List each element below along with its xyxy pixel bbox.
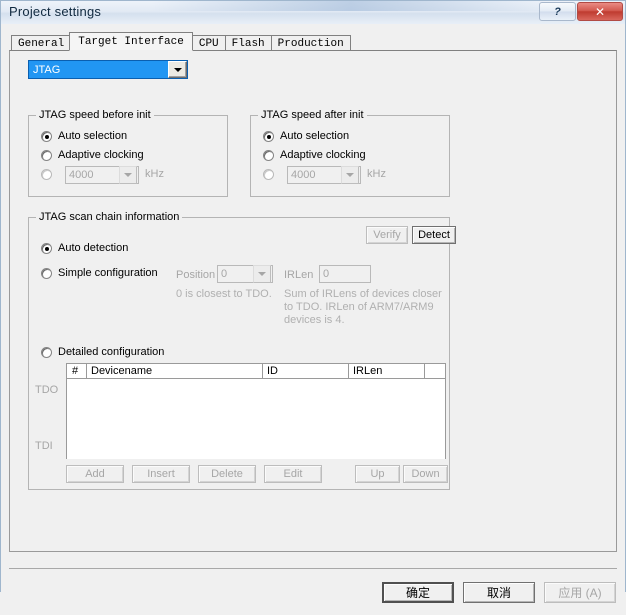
chevron-down-icon	[341, 166, 359, 184]
target-interface-panel: JTAG JTAG speed before init Auto selecti…	[9, 50, 617, 552]
column-header-index: #	[67, 364, 87, 378]
radio-simple-configuration-label: Simple configuration	[58, 267, 158, 279]
footer-bar: 确定 取消 应用 (A)	[1, 571, 625, 615]
chevron-down-icon	[253, 265, 271, 283]
irlen-hint: Sum of IRLens of devices closer to TDO. …	[284, 288, 442, 326]
radio-detailed-configuration-label: Detailed configuration	[58, 346, 165, 358]
column-header-devicename: Devicename	[87, 364, 263, 378]
help-icon[interactable]: ?	[539, 2, 576, 21]
radio-dot-icon	[41, 130, 52, 142]
column-header-id: ID	[263, 364, 349, 378]
device-table-header: # Devicename ID IRLen	[67, 364, 445, 379]
client-area: General Target Interface CPU Flash Produ…	[1, 24, 625, 615]
ok-button[interactable]: 确定	[382, 582, 454, 603]
position-combobox: 0	[217, 265, 273, 283]
radio-auto-detection-label: Auto detection	[58, 242, 129, 254]
radio-dot-icon	[41, 267, 52, 279]
jtag-speed-after-init-legend: JTAG speed after init	[258, 109, 367, 121]
jtag-speed-before-init-legend: JTAG speed before init	[36, 109, 154, 121]
position-value: 0	[221, 268, 228, 280]
radio-dot-icon	[41, 149, 52, 161]
radio-before-fixed-speed	[41, 169, 58, 180]
radio-auto-detection[interactable]: Auto detection	[41, 242, 128, 254]
detect-button[interactable]: Detect	[412, 226, 456, 244]
insert-button: Insert	[132, 465, 190, 483]
close-icon[interactable]: ✕	[577, 2, 623, 21]
jtag-speed-after-init-group: JTAG speed after init Auto selection Ada…	[250, 109, 450, 197]
device-table-body	[67, 379, 445, 459]
radio-before-auto-selection[interactable]: Auto selection	[41, 130, 127, 142]
radio-after-adaptive-clocking[interactable]: Adaptive clocking	[263, 149, 366, 161]
device-table[interactable]: # Devicename ID IRLen	[66, 363, 446, 459]
tdi-label: TDI	[35, 440, 53, 452]
radio-simple-configuration[interactable]: Simple configuration	[41, 267, 158, 279]
radio-before-adaptive-clocking[interactable]: Adaptive clocking	[41, 149, 144, 161]
radio-before-auto-selection-label: Auto selection	[58, 130, 128, 142]
add-button: Add	[66, 465, 124, 483]
radio-dot-icon	[41, 346, 52, 358]
apply-button: 应用 (A)	[544, 582, 616, 603]
radio-before-adaptive-clocking-label: Adaptive clocking	[58, 149, 144, 161]
radio-dot-icon	[263, 130, 274, 142]
edit-button: Edit	[264, 465, 322, 483]
interface-combobox[interactable]: JTAG	[28, 60, 188, 79]
column-header-spacer	[425, 364, 445, 378]
verify-button: Verify	[366, 226, 408, 244]
titlebar-glow	[151, 1, 551, 11]
window-controls: ? ✕	[538, 2, 623, 21]
irlen-field: 0	[319, 265, 371, 283]
up-button: Up	[355, 465, 400, 483]
radio-after-auto-selection-label: Auto selection	[280, 130, 350, 142]
down-button: Down	[403, 465, 448, 483]
column-header-irlen: IRLen	[349, 364, 425, 378]
position-label: Position	[176, 269, 216, 281]
radio-after-fixed-speed	[263, 169, 280, 180]
tab-general[interactable]: General	[11, 35, 72, 51]
before-speed-unit: kHz	[145, 168, 164, 180]
jtag-scan-chain-group: JTAG scan chain information Verify Detec…	[28, 211, 456, 490]
jtag-scan-chain-legend: JTAG scan chain information	[36, 211, 183, 223]
radio-after-adaptive-clocking-label: Adaptive clocking	[280, 149, 366, 161]
chevron-down-icon	[119, 166, 137, 184]
irlen-label: IRLen	[284, 269, 314, 281]
after-speed-value: 4000	[291, 169, 316, 181]
before-speed-combobox: 4000	[65, 166, 139, 184]
after-speed-unit: kHz	[367, 168, 386, 180]
tab-production[interactable]: Production	[270, 35, 351, 51]
radio-detailed-configuration[interactable]: Detailed configuration	[41, 346, 164, 358]
before-speed-value: 4000	[69, 169, 94, 181]
radio-after-auto-selection[interactable]: Auto selection	[263, 130, 349, 142]
tab-flash[interactable]: Flash	[224, 35, 272, 51]
tab-cpu[interactable]: CPU	[191, 35, 226, 51]
after-speed-combobox: 4000	[287, 166, 361, 184]
radio-dot-icon	[41, 242, 52, 254]
title-bar: Project settings ? ✕	[1, 1, 625, 24]
delete-button: Delete	[198, 465, 256, 483]
window-title: Project settings	[9, 4, 102, 19]
project-settings-window: Project settings ? ✕ General Target Inte…	[0, 0, 626, 615]
chevron-down-icon[interactable]	[168, 61, 187, 78]
cancel-button[interactable]: 取消	[463, 582, 535, 603]
radio-dot-icon	[263, 169, 274, 180]
tdo-label: TDO	[35, 384, 59, 396]
position-hint: 0 is closest to TDO.	[176, 288, 272, 300]
tab-target-interface[interactable]: Target Interface	[69, 32, 193, 51]
radio-dot-icon	[263, 149, 274, 161]
interface-combobox-value[interactable]: JTAG	[29, 61, 168, 78]
jtag-speed-before-init-group: JTAG speed before init Auto selection Ad…	[28, 109, 228, 197]
tab-strip: General Target Interface CPU Flash Produ…	[11, 32, 351, 51]
radio-dot-icon	[41, 169, 52, 180]
